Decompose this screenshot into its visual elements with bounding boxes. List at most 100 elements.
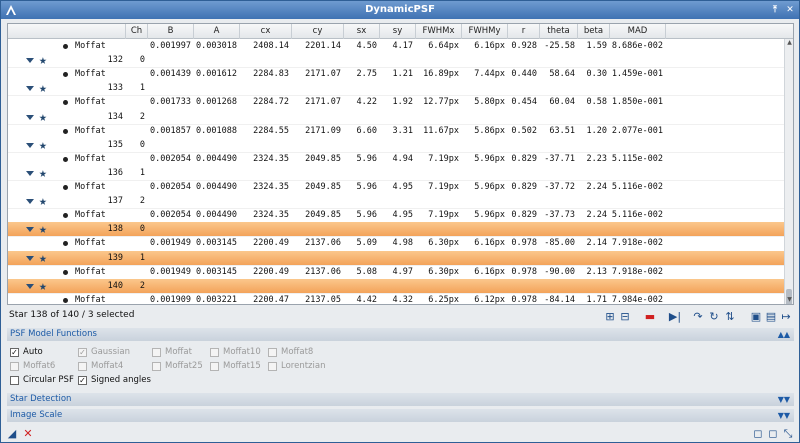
circular-psf-checkbox[interactable]: Circular PSF: [10, 375, 74, 385]
header-tree-column[interactable]: [8, 24, 126, 39]
psf-row[interactable]: Moffat 0.002054 0.004490 2324.35 2049.85 5.96…: [8, 208, 786, 223]
close-window-icon[interactable]: ✕: [784, 4, 796, 16]
psf-row[interactable]: Moffat 0.001439 0.001612 2284.83 2171.07 2.75…: [8, 67, 786, 82]
header-beta[interactable]: beta: [578, 24, 610, 39]
recalculate-icon[interactable]: ↷: [691, 310, 705, 324]
collapse-up-icon[interactable]: ▲▲: [778, 328, 790, 341]
psf-row[interactable]: Moffat 0.001997 0.003018 2408.14 2201.14 4.50…: [8, 39, 786, 54]
new-instance-icon[interactable]: ◢: [5, 427, 19, 441]
expand-toggle-icon[interactable]: [26, 227, 34, 233]
expand-toggle-icon[interactable]: [26, 170, 34, 176]
cell-sx: 5.08: [356, 266, 377, 277]
gaussian-checkbox[interactable]: ✓ Gaussian: [78, 347, 130, 357]
sort-icon[interactable]: ⇅: [723, 310, 737, 324]
header-fwhmx[interactable]: FWHMx: [416, 24, 462, 39]
psf-row[interactable]: Moffat 0.002054 0.004490 2324.35 2049.85 5.96…: [8, 152, 786, 167]
header-theta[interactable]: theta: [540, 24, 578, 39]
window-minimize-icon[interactable]: ◻: [751, 427, 765, 441]
window-restore-icon[interactable]: ◻: [766, 427, 780, 441]
next-star-icon[interactable]: ▶|: [668, 310, 682, 324]
cell-theta: -85.00: [544, 238, 575, 249]
psf-row[interactable]: Moffat 0.002054 0.004490 2324.35 2049.85 5.96…: [8, 180, 786, 195]
moffat25-checkbox[interactable]: Moffat25: [152, 361, 203, 371]
star-row[interactable]: ★ 132 0: [8, 53, 786, 69]
cell-beta: 1.20: [586, 125, 607, 136]
signed-angles-checkbox[interactable]: ✓ Signed angles: [78, 375, 151, 385]
cell-sy: 1.21: [392, 69, 413, 80]
moffat10-checkbox[interactable]: Moffat10: [210, 347, 261, 357]
cell-sy: 4.97: [392, 266, 413, 277]
cell-theta: -37.72: [544, 182, 575, 192]
header-sx[interactable]: sx: [344, 24, 380, 39]
vertical-scrollbar[interactable]: ▲ ▼: [784, 39, 793, 304]
cell-fwhmx: 11.67px: [423, 125, 459, 136]
moffat4-checkbox[interactable]: Moffat4: [78, 361, 123, 371]
header-ch[interactable]: Ch: [126, 24, 148, 39]
cell-r: 0.440: [511, 69, 537, 80]
expand-toggle-icon[interactable]: [26, 255, 34, 261]
auto-checkbox[interactable]: ✓ Auto: [10, 347, 43, 357]
cell-fwhmx: 7.19px: [428, 210, 459, 221]
shade-window-icon[interactable]: ⤒: [769, 4, 781, 16]
expand-toggle-icon[interactable]: [26, 58, 34, 64]
section-star-detection[interactable]: Star Detection ▼▼: [7, 393, 794, 406]
star-row[interactable]: ★ 133 1: [8, 81, 786, 97]
psf-row[interactable]: Moffat 0.001857 0.001088 2284.55 2171.09 6.60…: [8, 124, 786, 139]
camera-icon[interactable]: ▣: [749, 310, 763, 324]
lorentzian-checkbox[interactable]: Lorentzian: [268, 361, 325, 371]
star-row[interactable]: ★ 136 1: [8, 166, 786, 181]
section-psf-model-functions[interactable]: PSF Model Functions ▲▲: [7, 328, 794, 341]
header-b[interactable]: B: [148, 24, 194, 39]
psf-function-label: Moffat: [75, 294, 106, 305]
star-id: 137: [107, 196, 123, 207]
export-icon[interactable]: ↦: [779, 310, 793, 324]
star-row[interactable]: ★ 134 2: [8, 110, 786, 125]
star-row[interactable]: ★ 139 1: [8, 250, 786, 266]
cell-mad: 7.918e-002: [611, 238, 663, 249]
star-row[interactable]: ★ 140 2: [8, 278, 786, 294]
psf-row[interactable]: Moffat 0.001949 0.003145 2200.49 2137.06 5.08…: [8, 265, 786, 280]
header-cx[interactable]: cx: [240, 24, 292, 39]
expand-toggle-icon[interactable]: [26, 114, 34, 120]
document-icon[interactable]: ▤: [764, 310, 778, 324]
moffat-checkbox[interactable]: Moffat: [152, 347, 192, 357]
section-image-scale[interactable]: Image Scale ▼▼: [7, 409, 794, 422]
expand-toggle-icon[interactable]: [26, 283, 34, 289]
window-fit-icon[interactable]: ⤡: [781, 427, 795, 441]
header-fwhmy[interactable]: FWHMy: [462, 24, 508, 39]
header-mad[interactable]: MAD: [610, 24, 666, 39]
expand-toggle-icon[interactable]: [26, 142, 34, 148]
cell-mad: 7.918e-002: [611, 266, 663, 277]
moffat6-checkbox[interactable]: Moffat6: [10, 361, 55, 371]
psf-row[interactable]: Moffat 0.001949 0.003145 2200.49 2137.06 5.09…: [8, 236, 786, 251]
delete-icon[interactable]: ▬: [643, 310, 657, 324]
psf-row[interactable]: Moffat 0.001733 0.001268 2284.72 2171.07 4.22…: [8, 95, 786, 110]
expand-toggle-icon[interactable]: [26, 86, 34, 92]
scroll-up-icon[interactable]: ▲: [785, 39, 793, 47]
moffat15-checkbox[interactable]: Moffat15: [210, 361, 261, 371]
header-a[interactable]: A: [194, 24, 240, 39]
expand-down-icon[interactable]: ▼▼: [778, 409, 790, 422]
scroll-down-icon[interactable]: ▼: [785, 296, 793, 304]
header-r[interactable]: r: [508, 24, 540, 39]
refresh-icon[interactable]: ↻: [707, 310, 721, 324]
star-row[interactable]: ★ 135 0: [8, 138, 786, 153]
star-row[interactable]: ★ 137 2: [8, 194, 786, 210]
star-row[interactable]: ★ 138 0: [8, 222, 786, 238]
cell-cy: 2171.07: [305, 69, 341, 80]
moffat8-checkbox[interactable]: Moffat8: [268, 347, 313, 357]
expand-toggle-icon[interactable]: [26, 199, 34, 205]
reset-icon[interactable]: ✕: [21, 427, 35, 441]
collapse-all-icon[interactable]: ⊟: [618, 310, 632, 324]
psf-row[interactable]: Moffat 0.001909 0.003221 2200.47 2137.05 4.42…: [8, 293, 786, 305]
expand-all-icon[interactable]: ⊞: [603, 310, 617, 324]
star-channel: 1: [139, 252, 145, 263]
cell-a: 0.001268: [196, 97, 237, 108]
cell-a: 0.004490: [196, 210, 237, 221]
cell-sy: 4.32: [392, 294, 413, 305]
header-sy[interactable]: sy: [380, 24, 416, 39]
psf-model-panel: ✓ Auto Moffat6 Circular PSF ✓ Gaussian Mof…: [7, 342, 794, 390]
star-channel: 2: [139, 280, 145, 291]
header-cy[interactable]: cy: [292, 24, 344, 39]
expand-down-icon[interactable]: ▼▼: [778, 393, 790, 406]
